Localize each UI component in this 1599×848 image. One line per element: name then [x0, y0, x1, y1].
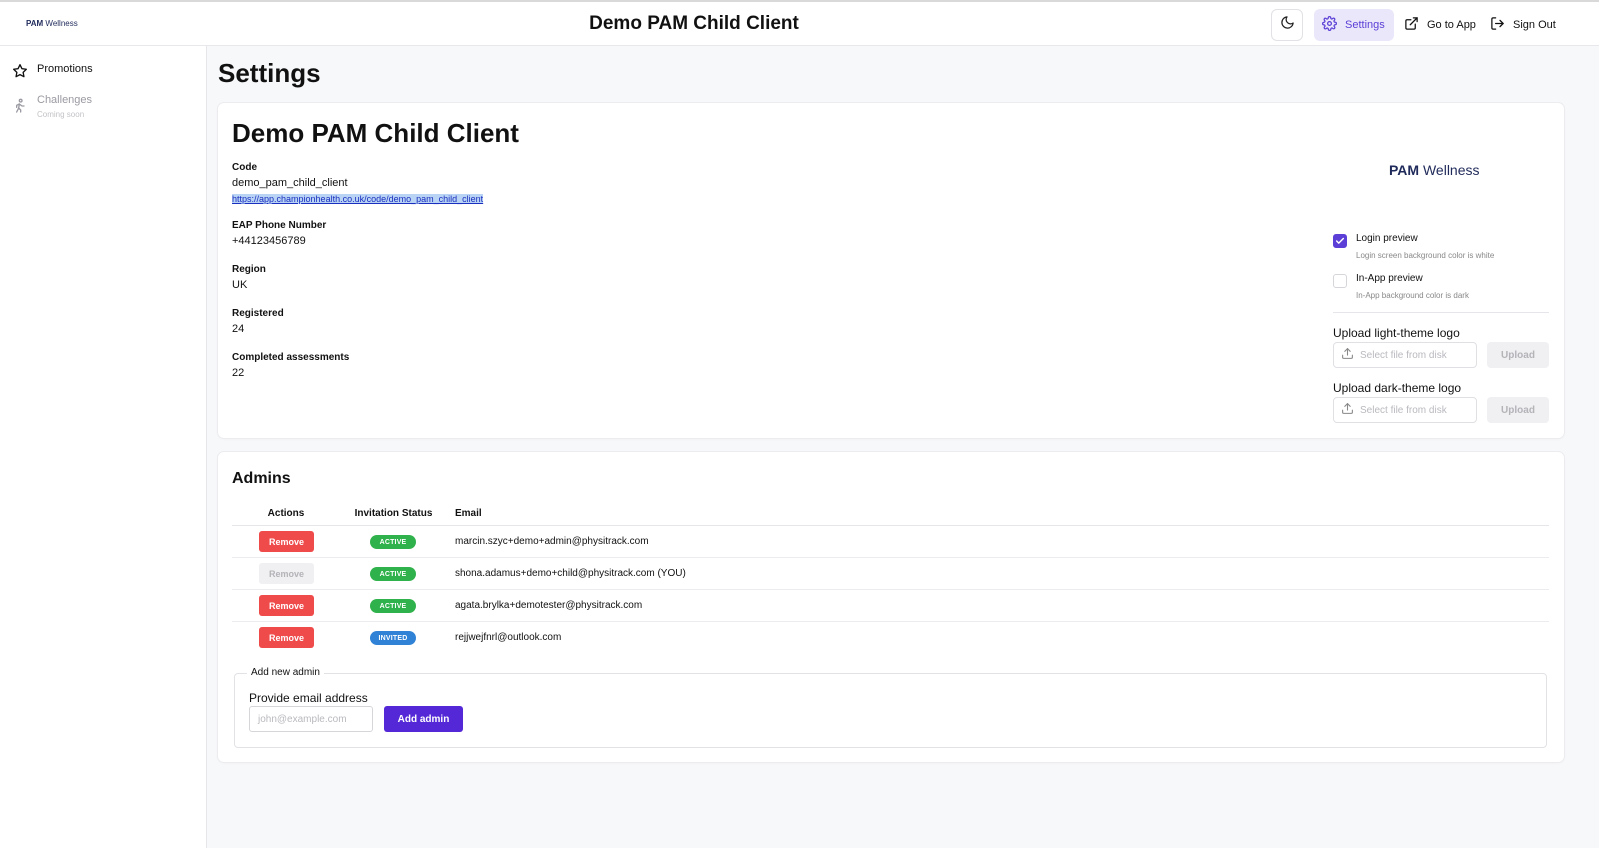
- nav-sign-out-label: Sign Out: [1513, 19, 1556, 31]
- app-title: Demo PAM Child Client: [589, 13, 799, 34]
- region-label: Region: [232, 264, 266, 275]
- walking-icon: [12, 98, 28, 119]
- nav-go-to-app-label: Go to App: [1427, 19, 1476, 31]
- upload-icon: [1341, 347, 1354, 363]
- coming-soon-note: Coming soon: [37, 110, 85, 119]
- login-preview-option[interactable]: Login preview Login screen background co…: [1333, 233, 1494, 260]
- add-admin-button[interactable]: Add admin: [384, 706, 463, 732]
- page-title: Settings: [218, 58, 321, 88]
- client-details-card: Demo PAM Child Client Code demo_pam_chil…: [218, 103, 1564, 438]
- top-bar: PAM Wellness Demo PAM Child Client Setti…: [0, 0, 1599, 46]
- completed-value: 22: [232, 367, 245, 379]
- divider: [1333, 312, 1549, 313]
- admin-email: agata.brylka+demotester@physitrack.com: [455, 600, 643, 611]
- admins-title: Admins: [232, 470, 291, 487]
- dark-logo-upload-button[interactable]: Upload: [1487, 397, 1549, 423]
- inapp-preview-label: In-App preview: [1356, 273, 1423, 284]
- add-admin-fieldset: Add new admin Provide email address john…: [234, 667, 1547, 748]
- column-header-email: Email: [455, 508, 482, 519]
- admins-table: Actions Invitation Status Email Remove A…: [232, 503, 1549, 654]
- client-name: Demo PAM Child Client: [232, 118, 519, 148]
- eap-field: EAP Phone Number +44123456789: [232, 220, 326, 247]
- remove-button[interactable]: Remove: [259, 627, 314, 648]
- file-placeholder: Select file from disk: [1360, 404, 1447, 416]
- upload-icon: [1341, 402, 1354, 418]
- sidebar-item-label: Challenges: [37, 94, 93, 106]
- sidebar: Promotions Challenges Coming soon: [0, 46, 207, 848]
- email-label: Provide email address: [249, 691, 368, 705]
- column-header-status: Invitation Status: [354, 508, 433, 519]
- eap-label: EAP Phone Number: [232, 220, 327, 231]
- star-icon: [12, 63, 28, 84]
- code-field: Code demo_pam_child_client https://app.c…: [232, 162, 484, 207]
- remove-button-disabled: Remove: [259, 563, 314, 584]
- admin-email: shona.adamus+demo+child@physitrack.com (…: [455, 568, 686, 579]
- nav-go-to-app-button[interactable]: Go to App: [1396, 9, 1484, 41]
- status-badge: ACTIVE: [370, 599, 416, 613]
- gear-icon: [1322, 16, 1337, 34]
- table-header: Actions Invitation Status Email: [232, 503, 1549, 526]
- table-row: Remove ACTIVE shona.adamus+demo+child@ph…: [232, 558, 1549, 590]
- eap-value: +44123456789: [232, 235, 306, 247]
- completed-label: Completed assessments: [232, 352, 350, 363]
- light-logo-file-input[interactable]: Select file from disk: [1333, 342, 1477, 368]
- registered-label: Registered: [232, 308, 284, 319]
- sidebar-item-label: Promotions: [37, 63, 93, 75]
- light-logo-upload-button[interactable]: Upload: [1487, 342, 1549, 368]
- dark-logo-label: Upload dark-theme logo: [1333, 381, 1462, 395]
- moon-icon: [1280, 15, 1295, 35]
- code-label: Code: [232, 162, 257, 173]
- status-badge: INVITED: [370, 631, 416, 645]
- admin-email: rejjwejfnrl@outlook.com: [455, 632, 562, 643]
- completed-field: Completed assessments 22: [232, 352, 349, 379]
- external-link-icon: [1404, 16, 1419, 34]
- theme-toggle-button[interactable]: [1271, 9, 1303, 41]
- inapp-preview-option[interactable]: In-App preview In-App background color i…: [1333, 273, 1469, 300]
- admins-card: Admins Actions Invitation Status Email R…: [218, 452, 1564, 762]
- code-value: demo_pam_child_client: [232, 177, 348, 189]
- login-preview-checkbox[interactable]: [1333, 234, 1347, 248]
- file-placeholder: Select file from disk: [1360, 349, 1447, 361]
- login-preview-desc: Login screen background color is white: [1356, 251, 1495, 260]
- email-input[interactable]: john@example.com: [249, 706, 373, 732]
- nav-settings-label: Settings: [1345, 19, 1385, 31]
- status-badge: ACTIVE: [370, 535, 416, 549]
- sidebar-item-challenges: Challenges Coming soon: [12, 94, 92, 119]
- nav-settings-button[interactable]: Settings: [1314, 9, 1394, 41]
- inapp-preview-desc: In-App background color is dark: [1356, 291, 1469, 300]
- remove-button[interactable]: Remove: [259, 595, 314, 616]
- login-preview-label: Login preview: [1356, 233, 1418, 244]
- client-code-link[interactable]: https://app.championhealth.co.uk/code/de…: [232, 194, 484, 204]
- region-field: Region UK: [232, 264, 266, 291]
- table-row: Remove INVITED rejjwejfnrl@outlook.com: [232, 622, 1549, 654]
- add-admin-legend: Add new admin: [247, 667, 324, 678]
- column-header-actions: Actions: [267, 508, 305, 519]
- remove-button[interactable]: Remove: [259, 531, 314, 552]
- registered-field: Registered 24: [232, 308, 284, 335]
- dark-logo-file-input[interactable]: Select file from disk: [1333, 397, 1477, 423]
- nav-sign-out-button[interactable]: Sign Out: [1482, 9, 1564, 41]
- region-value: UK: [232, 279, 248, 291]
- status-badge: ACTIVE: [370, 567, 416, 581]
- sign-out-icon: [1490, 16, 1505, 34]
- table-row: Remove ACTIVE agata.brylka+demotester@ph…: [232, 590, 1549, 622]
- brand-logo-preview: PAM Wellness: [1389, 162, 1480, 178]
- sidebar-item-promotions[interactable]: Promotions: [12, 63, 93, 84]
- inapp-preview-checkbox[interactable]: [1333, 274, 1347, 288]
- light-logo-label: Upload light-theme logo: [1333, 326, 1460, 340]
- table-row: Remove ACTIVE marcin.szyc+demo+admin@phy…: [232, 526, 1549, 558]
- registered-value: 24: [232, 323, 245, 335]
- admin-email: marcin.szyc+demo+admin@physitrack.com: [455, 536, 649, 547]
